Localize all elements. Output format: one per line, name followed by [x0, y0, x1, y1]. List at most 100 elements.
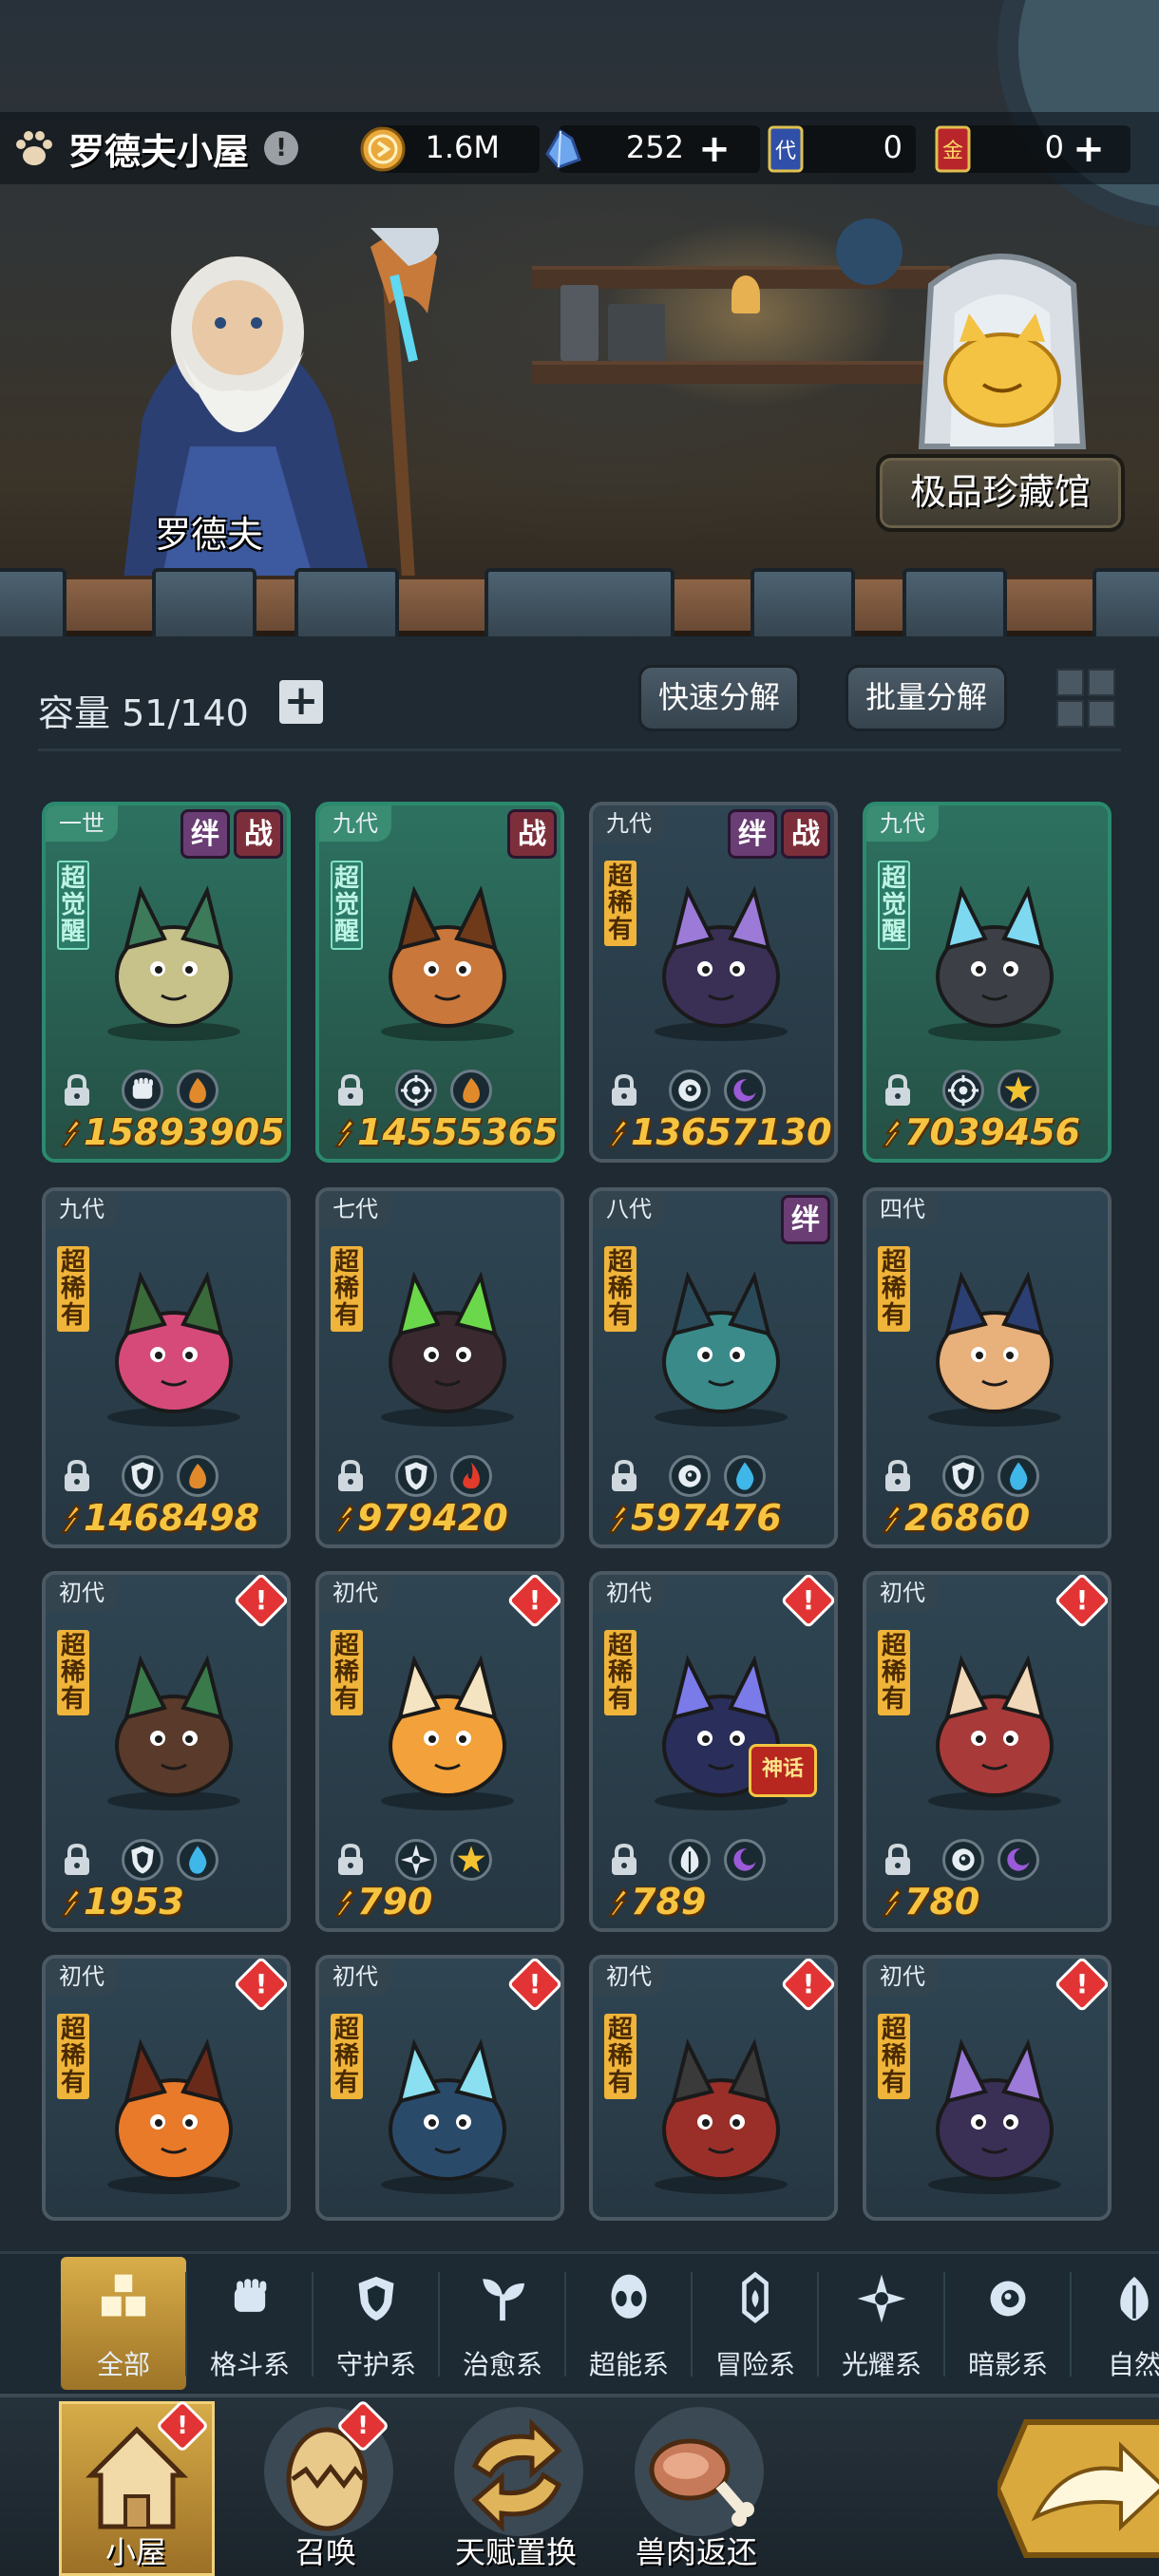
flame-icon: [177, 1455, 218, 1497]
shield-icon: [348, 2270, 405, 2327]
creature-card[interactable]: 初代超稀有!: [589, 1955, 838, 2221]
lock-icon[interactable]: [334, 1843, 367, 1877]
shelf: [532, 361, 950, 384]
capacity-value: 51/140: [122, 692, 249, 734]
creature-card[interactable]: 初代超稀有! 780: [863, 1571, 1112, 1932]
creature-card[interactable]: 初代超稀有! 790: [315, 1571, 564, 1932]
lock-icon[interactable]: [61, 1459, 93, 1493]
creature-card[interactable]: 初代超稀有!: [863, 1955, 1112, 2221]
creature-art: [357, 2016, 538, 2196]
batch-decompose-button[interactable]: 批量分解: [846, 665, 1007, 731]
power-icon: [61, 1118, 82, 1147]
generation-card-amount: 0: [883, 129, 902, 165]
lock-icon[interactable]: [334, 1459, 367, 1493]
creature-card[interactable]: 一世超觉醒 战绊 15893905: [42, 802, 291, 1163]
creature-card[interactable]: 九代超觉醒 战 14555365: [315, 802, 564, 1163]
lock-icon[interactable]: [334, 1073, 367, 1108]
premium-collection-button[interactable]: 极品珍藏馆: [876, 454, 1125, 532]
rarity-tag: 超稀有: [604, 861, 636, 946]
creature-card[interactable]: 初代超稀有!: [42, 1955, 291, 2221]
creature-card[interactable]: 四代超稀有 26860: [863, 1187, 1112, 1548]
creature-card[interactable]: 初代超稀有! 神话 789: [589, 1571, 838, 1932]
rarity-tag: 超稀有: [878, 2014, 910, 2099]
creature-card[interactable]: 初代超稀有! 1953: [42, 1571, 291, 1932]
divider: [38, 748, 1121, 751]
power-value: 7039456: [880, 1111, 1080, 1153]
creature-card[interactable]: 九代超稀有 战绊 13657130: [589, 802, 838, 1163]
category-tab[interactable]: 守护系: [314, 2257, 439, 2390]
power-icon: [608, 1118, 629, 1147]
water-icon: [998, 1455, 1039, 1497]
rarity-tag: 超稀有: [57, 2014, 89, 2099]
crystal-icon: [545, 128, 581, 169]
category-tab[interactable]: 超能系: [566, 2257, 692, 2390]
add-gold-card-button[interactable]: +: [1070, 130, 1108, 169]
book-stack: [560, 285, 598, 361]
creature-card[interactable]: 九代超稀有 1468498: [42, 1187, 291, 1548]
eye-icon: [669, 1455, 711, 1497]
generation-tag: 一世: [46, 805, 118, 842]
power-value: 979420: [332, 1497, 508, 1539]
leaf-icon: [669, 1839, 711, 1881]
all-icon: [95, 2270, 152, 2327]
shield-icon: [395, 1455, 437, 1497]
category-tab[interactable]: 冒险系: [693, 2257, 818, 2390]
lock-icon[interactable]: [882, 1843, 914, 1877]
creature-card[interactable]: 初代超稀有!: [315, 1955, 564, 2221]
lock-icon[interactable]: [608, 1073, 640, 1108]
expand-capacity-button[interactable]: +: [279, 680, 323, 724]
grid-view-icon[interactable]: [1054, 667, 1117, 729]
category-tab[interactable]: 暗影系: [945, 2257, 1071, 2390]
power-icon: [334, 1118, 355, 1147]
nav-meat[interactable]: 兽肉返还: [616, 2401, 777, 2576]
lock-icon[interactable]: [882, 1073, 914, 1108]
water-icon: [177, 1839, 218, 1881]
eye-icon: [942, 1839, 984, 1881]
power-value: 597476: [606, 1497, 782, 1539]
power-value: 15893905: [59, 1111, 285, 1153]
creature-card[interactable]: 七代超稀有 979420: [315, 1187, 564, 1548]
category-tab[interactable]: 自然: [1072, 2257, 1159, 2390]
category-label: 治愈系: [462, 2349, 542, 2380]
go-arrow-button[interactable]: [998, 2413, 1159, 2565]
sprout-icon: [474, 2270, 531, 2327]
category-label: 超能系: [588, 2349, 669, 2380]
svg-text:代: 代: [775, 140, 796, 163]
category-tab[interactable]: 光耀系: [819, 2257, 944, 2390]
quick-decompose-button[interactable]: 快速分解: [638, 665, 800, 731]
category-tab[interactable]: 全部: [61, 2257, 186, 2390]
lock-icon[interactable]: [61, 1843, 93, 1877]
creature-card[interactable]: 九代超觉醒 7039456: [863, 802, 1112, 1163]
creature-art: [904, 862, 1085, 1043]
power-icon: [608, 1887, 629, 1917]
lock-icon[interactable]: [882, 1459, 914, 1493]
fist-icon: [221, 2270, 278, 2327]
nav-swap[interactable]: 天赋置换: [435, 2401, 597, 2576]
flame-icon: [177, 1070, 218, 1111]
war-badge: 战: [781, 809, 830, 859]
lock-icon[interactable]: [608, 1843, 640, 1877]
generation-tag: 初代: [319, 1959, 391, 1995]
creature-art: [631, 1248, 811, 1429]
creature-card[interactable]: 八代超稀有 绊 597476: [589, 1187, 838, 1548]
nav-label: 召唤: [294, 2534, 356, 2570]
generation-tag: 初代: [319, 1575, 391, 1611]
creature-art: [84, 2016, 264, 2196]
category-tab[interactable]: 格斗系: [187, 2257, 313, 2390]
power-icon: [334, 1504, 355, 1533]
war-badge: 战: [507, 809, 557, 859]
add-crystal-button[interactable]: +: [695, 130, 733, 169]
nav-house[interactable]: 小屋!: [55, 2398, 217, 2576]
rail-divider: [0, 568, 1159, 636]
category-separator: [943, 2272, 945, 2377]
category-separator: [312, 2272, 314, 2377]
category-tab[interactable]: 治愈系: [440, 2257, 565, 2390]
creature-art: [357, 1248, 538, 1429]
generation-tag: 初代: [866, 1959, 939, 1995]
nav-egg[interactable]: 召唤!: [245, 2398, 407, 2576]
lock-icon[interactable]: [608, 1459, 640, 1493]
rarity-tag: 超稀有: [57, 1630, 89, 1715]
info-icon[interactable]: !: [264, 131, 299, 165]
rarity-tag: 超觉醒: [878, 861, 910, 950]
lock-icon[interactable]: [61, 1073, 93, 1108]
